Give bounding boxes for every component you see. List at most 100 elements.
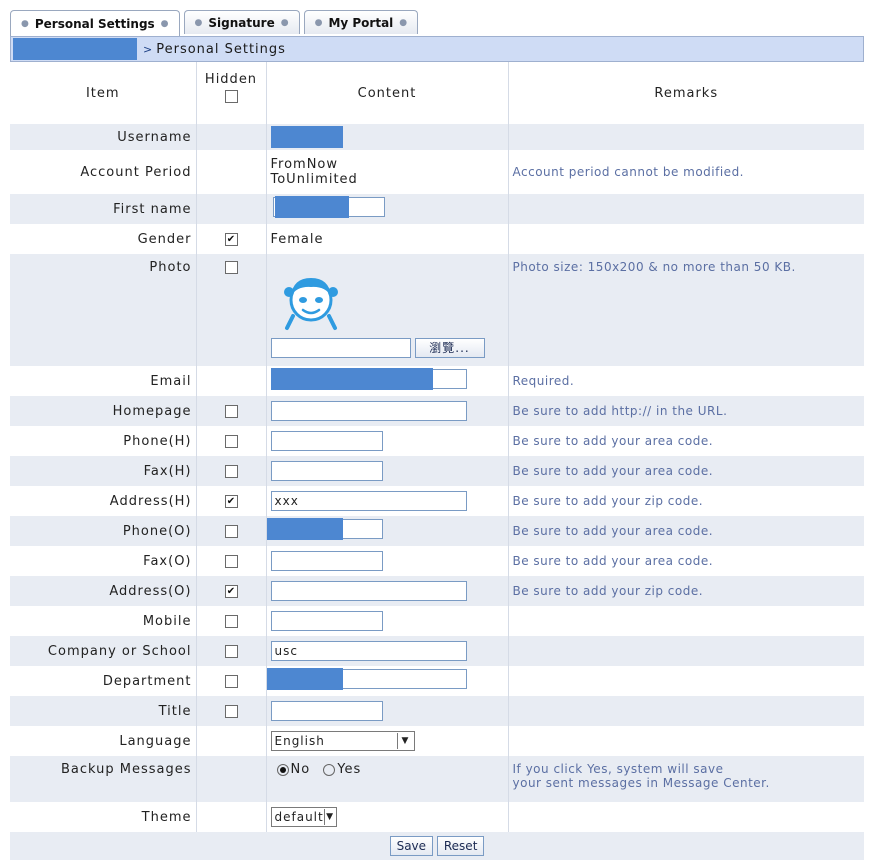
header-hidden: Hidden — [196, 62, 267, 124]
row-remark: Account period cannot be modified. — [512, 165, 744, 179]
fax-h-input[interactable] — [270, 461, 383, 481]
language-select[interactable]: English ▼ — [270, 731, 415, 751]
photo-hidden-checkbox[interactable] — [224, 261, 238, 274]
account-period-from: FromNow — [270, 157, 339, 172]
table-row: Department — [10, 666, 864, 696]
table-row: Email Required. — [10, 366, 864, 396]
backup-yes-label: Yes — [337, 762, 362, 777]
title-hidden-checkbox[interactable] — [224, 705, 238, 718]
table-row: Homepage Be sure to add http:// in the U… — [10, 396, 864, 426]
row-remark: Be sure to add your area code. — [508, 516, 864, 546]
tab-signature[interactable]: ● Signature ● — [183, 10, 300, 34]
redacted-block — [270, 368, 433, 390]
redacted-block — [13, 38, 137, 60]
row-label: Theme — [10, 802, 197, 832]
gender-hidden-checkbox[interactable] — [224, 233, 238, 246]
address-o-input[interactable] — [270, 581, 467, 601]
reset-button[interactable]: Reset — [436, 836, 485, 856]
fax-o-hidden-checkbox[interactable] — [224, 555, 238, 568]
row-remark: Be sure to add http:// in the URL. — [508, 396, 864, 426]
tab-my-portal[interactable]: ● My Portal ● — [303, 10, 419, 34]
table-row: Phone(H) Be sure to add your area code. — [10, 426, 864, 456]
row-label: Username — [10, 124, 197, 150]
header-content: Content — [266, 62, 509, 124]
company-input[interactable]: usc — [270, 641, 467, 661]
redacted-block — [266, 668, 343, 690]
row-label: Language — [10, 726, 197, 756]
header-remarks: Remarks — [508, 62, 864, 124]
row-label: Homepage — [10, 396, 197, 426]
chevron-down-icon: ▼ — [323, 809, 336, 825]
row-label: Gender — [10, 224, 197, 254]
tab-dot-icon: ● — [160, 18, 169, 29]
tab-dot-icon: ● — [314, 17, 323, 28]
fax-o-input[interactable] — [270, 551, 383, 571]
table-row: Backup Messages No Yes If you click Yes,… — [10, 756, 864, 802]
table-row: Theme default ▼ — [10, 802, 864, 832]
table-row: Fax(H) Be sure to add your area code. — [10, 456, 864, 486]
girl-avatar-icon — [283, 278, 338, 330]
browse-button[interactable]: 瀏覽... — [414, 338, 485, 358]
row-remark: Be sure to add your area code. — [512, 434, 714, 448]
phone-h-input[interactable] — [270, 431, 383, 451]
redacted-block — [270, 126, 343, 148]
redacted-block — [274, 196, 349, 218]
gender-value: Female — [266, 224, 509, 254]
chevron-down-icon: ▼ — [396, 733, 414, 749]
phone-o-hidden-checkbox[interactable] — [224, 525, 238, 538]
backup-remark-line1: If you click Yes, system will save — [512, 762, 724, 776]
tab-dot-icon: ● — [399, 17, 408, 28]
breadcrumb: > Personal Settings — [10, 36, 864, 62]
table-row: Address(H) xxx Be sure to add your zip c… — [10, 486, 864, 516]
table-row: Username — [10, 124, 864, 150]
photo-file-input[interactable] — [270, 338, 411, 358]
homepage-input[interactable] — [270, 401, 467, 421]
row-label: Company or School — [10, 636, 197, 666]
row-label: Address(H) — [10, 486, 197, 516]
header-hidden-label: Hidden — [204, 72, 258, 87]
backup-yes-radio[interactable] — [323, 763, 336, 776]
table-row: First name — [10, 194, 864, 224]
save-button[interactable]: Save — [389, 836, 434, 856]
row-label: Fax(O) — [10, 546, 197, 576]
tab-dot-icon: ● — [21, 18, 29, 29]
address-o-hidden-checkbox[interactable] — [224, 585, 238, 598]
row-label: Address(O) — [10, 576, 197, 606]
title-input[interactable] — [270, 701, 383, 721]
department-hidden-checkbox[interactable] — [224, 675, 238, 688]
tab-label: Personal Settings — [34, 16, 155, 31]
tab-dot-icon: ● — [280, 17, 289, 28]
address-h-hidden-checkbox[interactable] — [224, 495, 238, 508]
table-row: Company or School usc — [10, 636, 864, 666]
row-remark: Be sure to add your area code. — [512, 554, 714, 568]
address-h-input[interactable]: xxx — [270, 491, 467, 511]
row-label: Photo — [10, 254, 197, 366]
table-row: Title — [10, 696, 864, 726]
backup-no-radio[interactable] — [276, 763, 289, 776]
header-item: Item — [10, 62, 197, 124]
mobile-hidden-checkbox[interactable] — [224, 615, 238, 628]
tab-dot-icon: ● — [194, 17, 203, 28]
actions-row: Save Reset — [10, 832, 864, 860]
backup-remark-line2: your sent messages in Message Center. — [512, 776, 770, 790]
row-remark: Be sure to add your zip code. — [512, 494, 704, 508]
table-row: Gender Female — [10, 224, 864, 254]
homepage-hidden-checkbox[interactable] — [224, 405, 238, 418]
tab-personal-settings[interactable]: ● Personal Settings ● — [10, 10, 180, 36]
redacted-block — [266, 518, 343, 540]
hide-all-checkbox[interactable] — [224, 90, 238, 103]
table-row: Fax(O) Be sure to add your area code. — [10, 546, 864, 576]
row-label: Title — [10, 696, 197, 726]
tab-bar: ● Personal Settings ● ● Signature ● ● My… — [10, 10, 419, 36]
fax-h-hidden-checkbox[interactable] — [224, 465, 238, 478]
row-label: Email — [10, 366, 197, 396]
phone-h-hidden-checkbox[interactable] — [224, 435, 238, 448]
company-hidden-checkbox[interactable] — [224, 645, 238, 658]
row-remark: Photo size: 150x200 & no more than 50 KB… — [508, 254, 864, 366]
row-label: First name — [10, 194, 197, 224]
table-row: Photo 瀏覽... Photo size: 150x200 & no mor… — [10, 254, 864, 366]
mobile-input[interactable] — [270, 611, 383, 631]
theme-select[interactable]: default ▼ — [270, 807, 337, 827]
breadcrumb-arrow-icon: > — [143, 42, 153, 56]
row-remark: Be sure to add your area code. — [508, 456, 864, 486]
